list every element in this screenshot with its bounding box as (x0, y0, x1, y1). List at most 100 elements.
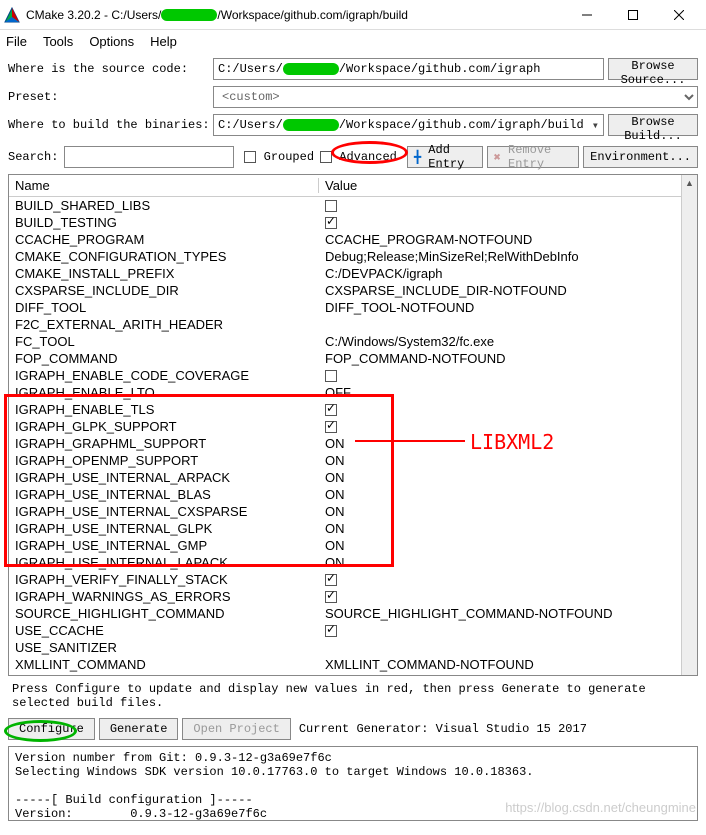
table-row[interactable]: USE_CCACHE (9, 622, 697, 639)
cache-entry-name: CMAKE_CONFIGURATION_TYPES (9, 249, 319, 264)
advanced-checkbox[interactable]: Advanced (320, 150, 397, 164)
window-title: CMake 3.20.2 - C:/Users//Workspace/githu… (26, 8, 564, 22)
cache-entry-value[interactable]: Debug;Release;MinSizeRel;RelWithDebInfo (319, 249, 697, 264)
cache-entry-value[interactable] (319, 217, 697, 229)
cache-entry-value[interactable]: DIFF_TOOL-NOTFOUND (319, 300, 697, 315)
table-row[interactable]: DIFF_TOOLDIFF_TOOL-NOTFOUND (9, 299, 697, 316)
cache-entry-value[interactable]: ON (319, 487, 697, 502)
menu-options[interactable]: Options (89, 34, 134, 49)
table-row[interactable]: CXSPARSE_INCLUDE_DIRCXSPARSE_INCLUDE_DIR… (9, 282, 697, 299)
cache-entry-value[interactable] (319, 370, 697, 382)
preset-select[interactable]: <custom> (213, 86, 698, 108)
table-row[interactable]: FOP_COMMANDFOP_COMMAND-NOTFOUND (9, 350, 697, 367)
build-path-input[interactable]: C:/Users//Workspace/github.com/igraph/bu… (213, 114, 604, 136)
menu-help[interactable]: Help (150, 34, 177, 49)
hint-text: Press Configure to update and display ne… (0, 676, 706, 716)
table-row[interactable]: IGRAPH_USE_INTERNAL_GLPKON (9, 520, 697, 537)
cache-entry-value[interactable] (319, 574, 697, 586)
table-row[interactable]: SOURCE_HIGHLIGHT_COMMANDSOURCE_HIGHLIGHT… (9, 605, 697, 622)
cache-entry-name: IGRAPH_ENABLE_LTO (9, 385, 319, 400)
maximize-button[interactable] (610, 0, 656, 30)
cache-entry-name: IGRAPH_ENABLE_TLS (9, 402, 319, 417)
table-row[interactable]: IGRAPH_USE_INTERNAL_ARPACKON (9, 469, 697, 486)
checkbox-icon[interactable] (325, 200, 337, 212)
table-row[interactable]: FC_TOOLC:/Windows/System32/fc.exe (9, 333, 697, 350)
environment-button[interactable]: Environment... (583, 146, 698, 168)
cache-entry-value[interactable]: C:/Windows/System32/fc.exe (319, 334, 697, 349)
cache-entry-value[interactable]: ON (319, 453, 697, 468)
checkbox-icon[interactable] (325, 421, 337, 433)
add-entry-button[interactable]: ╋ Add Entry (407, 146, 483, 168)
table-row[interactable]: BUILD_TESTING (9, 214, 697, 231)
cache-entry-value[interactable]: XMLTO_COMMAND-NOTFOUND (319, 674, 697, 675)
remove-entry-button[interactable]: ✖ Remove Entry (487, 146, 580, 168)
table-row[interactable]: IGRAPH_OPENMP_SUPPORTON (9, 452, 697, 469)
cache-entry-value[interactable]: FOP_COMMAND-NOTFOUND (319, 351, 697, 366)
cache-entry-name: SOURCE_HIGHLIGHT_COMMAND (9, 606, 319, 621)
cache-entry-name: XMLLINT_COMMAND (9, 657, 319, 672)
table-row[interactable]: IGRAPH_VERIFY_FINALLY_STACK (9, 571, 697, 588)
cache-entry-name: CMAKE_INSTALL_PREFIX (9, 266, 319, 281)
cache-entry-value[interactable]: ON (319, 538, 697, 553)
table-row[interactable]: XMLLINT_COMMANDXMLLINT_COMMAND-NOTFOUND (9, 656, 697, 673)
current-generator-text: Current Generator: Visual Studio 15 2017 (299, 722, 587, 736)
menubar: File Tools Options Help (0, 30, 706, 52)
scroll-up-icon[interactable]: ▲ (682, 175, 697, 191)
table-row[interactable]: IGRAPH_USE_INTERNAL_LAPACKON (9, 554, 697, 571)
browse-build-button[interactable]: Browse Build... (608, 114, 698, 136)
cache-entry-value[interactable] (319, 200, 697, 212)
table-row[interactable]: IGRAPH_WARNINGS_AS_ERRORS (9, 588, 697, 605)
vertical-scrollbar[interactable]: ▲ (681, 175, 697, 675)
close-button[interactable] (656, 0, 702, 30)
minimize-button[interactable] (564, 0, 610, 30)
menu-file[interactable]: File (6, 34, 27, 49)
cache-entry-value[interactable]: SOURCE_HIGHLIGHT_COMMAND-NOTFOUND (319, 606, 697, 621)
table-row[interactable]: BUILD_SHARED_LIBS (9, 197, 697, 214)
cache-entry-name: CCACHE_PROGRAM (9, 232, 319, 247)
open-project-button[interactable]: Open Project (182, 718, 290, 740)
checkbox-icon[interactable] (325, 404, 337, 416)
cache-entry-value[interactable]: ON (319, 470, 697, 485)
cache-entry-value[interactable]: ON (319, 555, 697, 570)
generate-button[interactable]: Generate (99, 718, 179, 740)
checkbox-icon[interactable] (325, 591, 337, 603)
table-row[interactable]: IGRAPH_ENABLE_TLS (9, 401, 697, 418)
table-row[interactable]: CMAKE_CONFIGURATION_TYPESDebug;Release;M… (9, 248, 697, 265)
configure-button[interactable]: Configure (8, 718, 95, 740)
table-row[interactable]: IGRAPH_USE_INTERNAL_GMPON (9, 537, 697, 554)
table-row[interactable]: IGRAPH_GLPK_SUPPORT (9, 418, 697, 435)
menu-tools[interactable]: Tools (43, 34, 73, 49)
cache-entry-value[interactable]: CCACHE_PROGRAM-NOTFOUND (319, 232, 697, 247)
checkbox-icon[interactable] (325, 625, 337, 637)
table-row[interactable]: IGRAPH_USE_INTERNAL_CXSPARSEON (9, 503, 697, 520)
cache-entry-value[interactable]: XMLLINT_COMMAND-NOTFOUND (319, 657, 697, 672)
source-path-input[interactable]: C:/Users//Workspace/github.com/igraph (213, 58, 604, 80)
cache-table: Name Value BUILD_SHARED_LIBSBUILD_TESTIN… (8, 174, 698, 676)
table-row[interactable]: USE_SANITIZER (9, 639, 697, 656)
table-row[interactable]: IGRAPH_ENABLE_LTOOFF (9, 384, 697, 401)
search-input[interactable] (64, 146, 234, 168)
cache-entry-value[interactable]: OFF (319, 385, 697, 400)
cache-entry-value[interactable]: ON (319, 504, 697, 519)
grouped-checkbox[interactable]: Grouped (244, 150, 314, 164)
checkbox-icon[interactable] (325, 574, 337, 586)
table-row[interactable]: XMLTO_COMMANDXMLTO_COMMAND-NOTFOUND (9, 673, 697, 675)
cache-entry-value[interactable] (319, 404, 697, 416)
column-header-name[interactable]: Name (9, 178, 319, 193)
table-row[interactable]: IGRAPH_USE_INTERNAL_BLASON (9, 486, 697, 503)
browse-source-button[interactable]: Browse Source... (608, 58, 698, 80)
search-label: Search: (8, 150, 58, 164)
column-header-value[interactable]: Value (319, 178, 697, 193)
cache-entry-value[interactable]: ON (319, 521, 697, 536)
cache-entry-value[interactable]: C:/DEVPACK/igraph (319, 266, 697, 281)
table-row[interactable]: CMAKE_INSTALL_PREFIXC:/DEVPACK/igraph (9, 265, 697, 282)
cache-entry-value[interactable] (319, 625, 697, 637)
cache-entry-value[interactable] (319, 591, 697, 603)
table-row[interactable]: IGRAPH_ENABLE_CODE_COVERAGE (9, 367, 697, 384)
checkbox-icon[interactable] (325, 370, 337, 382)
table-row[interactable]: CCACHE_PROGRAMCCACHE_PROGRAM-NOTFOUND (9, 231, 697, 248)
table-row[interactable]: IGRAPH_GRAPHML_SUPPORTON (9, 435, 697, 452)
checkbox-icon[interactable] (325, 217, 337, 229)
table-row[interactable]: F2C_EXTERNAL_ARITH_HEADER (9, 316, 697, 333)
cache-entry-value[interactable]: CXSPARSE_INCLUDE_DIR-NOTFOUND (319, 283, 697, 298)
